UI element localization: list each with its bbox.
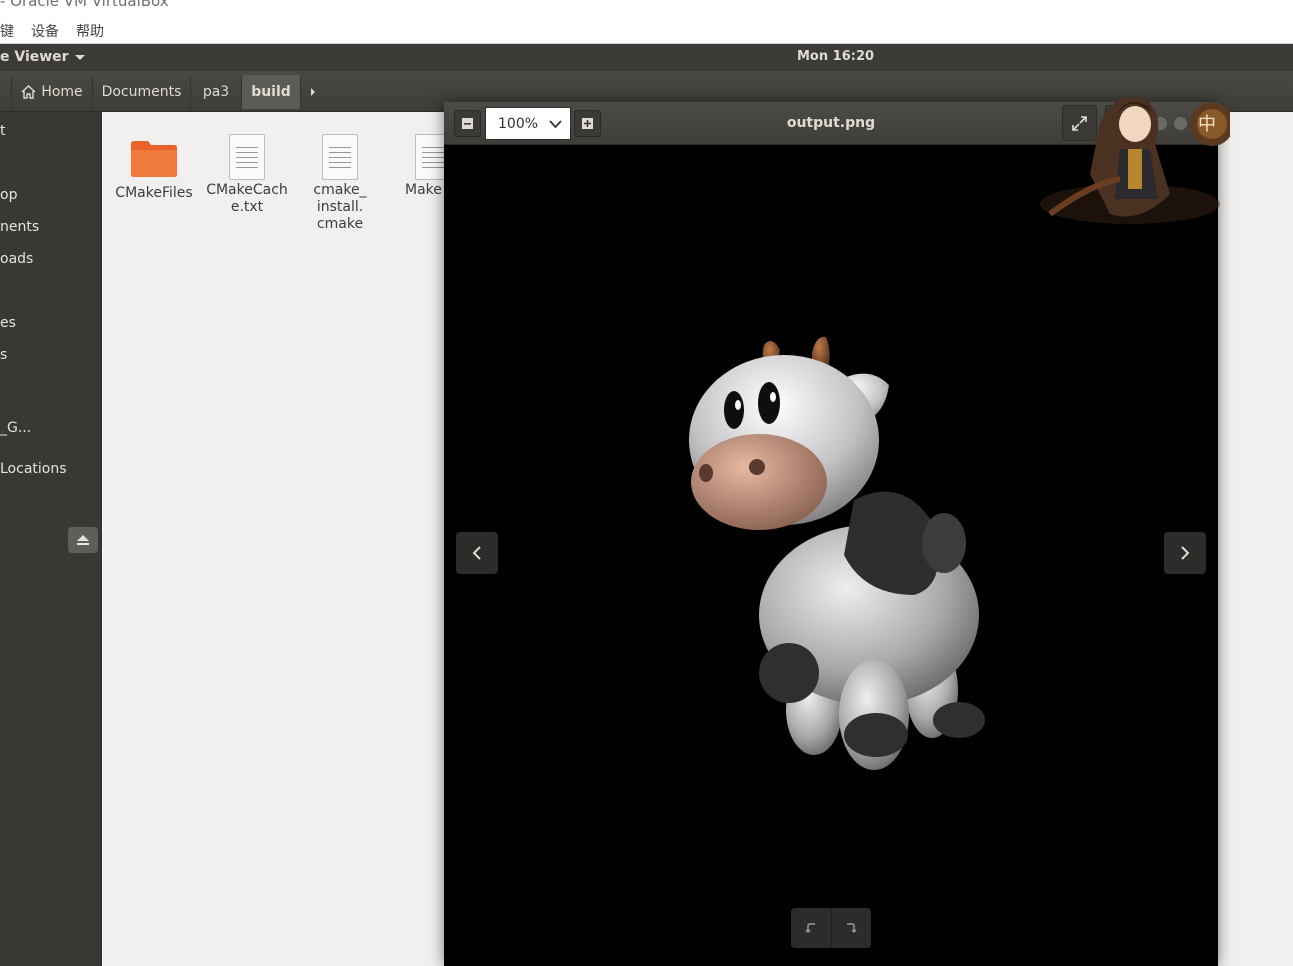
ubuntu-top-bar: e Viewer Mon 16:20	[0, 44, 1293, 71]
app-menu[interactable]: e Viewer	[0, 49, 85, 65]
chevron-right-icon	[1181, 546, 1190, 560]
desktop-pet-overlay[interactable]: 中	[1030, 84, 1230, 234]
clock[interactable]: Mon 16:20	[797, 49, 874, 64]
crumb-left-edge	[0, 75, 12, 109]
breadcrumb-home[interactable]: Home	[12, 75, 93, 109]
displayed-image	[444, 145, 1218, 966]
file-item-cmakecache[interactable]: CMakeCach e.txt	[202, 134, 292, 216]
home-icon	[21, 85, 36, 99]
breadcrumb-pa3[interactable]: pa3	[191, 75, 242, 109]
svg-text:中: 中	[1198, 114, 1216, 135]
sidebar-item-recent[interactable]: t	[0, 123, 6, 139]
menu-item-input[interactable]: 键	[0, 21, 14, 41]
arrow-right-icon	[311, 88, 315, 96]
chevron-left-icon	[472, 546, 481, 560]
sidebar-item-drive[interactable]: _G...	[0, 420, 31, 436]
breadcrumb-documents[interactable]: Documents	[93, 75, 191, 109]
eject-icon	[77, 535, 89, 545]
breadcrumb-build[interactable]: build	[242, 75, 301, 109]
rotate-left-button[interactable]	[791, 908, 832, 948]
sidebar-item-other-locations[interactable]: Locations	[0, 461, 67, 477]
file-name-line: CMakeCach	[206, 182, 288, 198]
rotate-left-icon	[805, 923, 815, 934]
menu-item-devices[interactable]: 设备	[31, 21, 59, 41]
eject-button[interactable]	[68, 527, 98, 553]
next-image-button[interactable]	[1164, 532, 1206, 574]
text-file-icon	[229, 134, 265, 180]
rotate-right-icon	[847, 923, 857, 934]
caret-down-icon	[74, 54, 85, 60]
file-item-cmake-install[interactable]: cmake_ install. cmake	[295, 134, 385, 233]
file-name-line: cmake	[316, 216, 364, 232]
rotate-right-button[interactable]	[832, 908, 872, 948]
folder-icon	[131, 141, 177, 177]
rotate-controls	[791, 908, 871, 948]
file-name: CMakeFiles	[115, 185, 193, 201]
file-name-line: install.	[316, 199, 364, 215]
sidebar-item-downloads[interactable]: oads	[0, 251, 33, 267]
places-sidebar: t op nents oads es s _G... Locations	[0, 112, 102, 966]
app-menu-label: e Viewer	[0, 49, 69, 65]
text-file-icon	[322, 134, 358, 180]
file-name-line: cmake_	[313, 182, 367, 198]
file-name-line: e.txt	[230, 199, 264, 215]
menu-item-help[interactable]: 帮助	[76, 21, 104, 41]
vbox-menubar: 键 设备 帮助	[0, 18, 1293, 44]
sidebar-item-pictures[interactable]: es	[0, 315, 16, 331]
previous-image-button[interactable]	[456, 532, 498, 574]
file-item-cmakefiles[interactable]: CMakeFiles	[109, 138, 199, 202]
sidebar-item-documents[interactable]: nents	[0, 219, 39, 235]
sidebar-item-desktop[interactable]: op	[0, 187, 17, 203]
breadcrumb-forward-button[interactable]	[302, 75, 324, 109]
breadcrumb-home-label: Home	[41, 84, 83, 100]
window-title: - Oracle VM VirtualBox	[0, 0, 1293, 18]
sidebar-item-videos[interactable]: s	[0, 347, 7, 363]
